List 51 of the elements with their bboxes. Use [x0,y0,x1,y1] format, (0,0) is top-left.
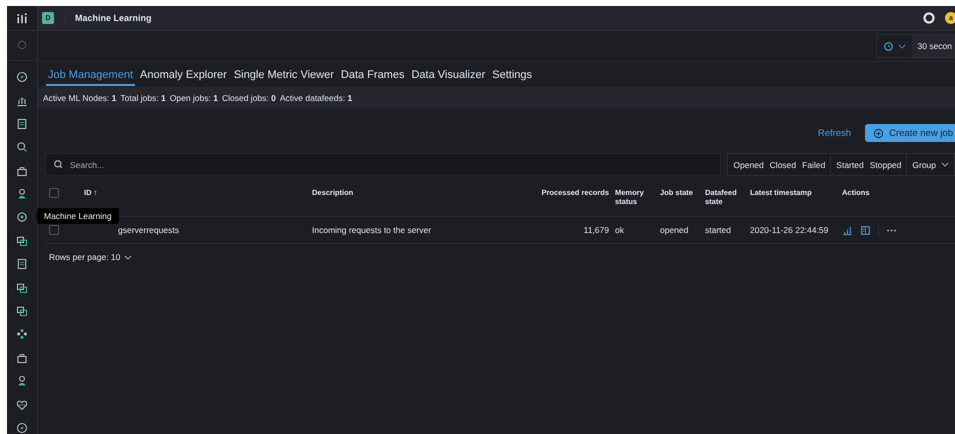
chevron-down-icon [124,254,132,260]
stat-text: Closed jobs: 0 [222,93,276,103]
create-job-button[interactable]: Create new job [865,124,955,142]
logo-icon[interactable] [16,12,28,24]
refresh-interval: 30 secon [912,35,954,57]
refresh-link[interactable]: Refresh [818,128,852,138]
magnifier-icon[interactable] [16,141,28,154]
search-field[interactable]: Search... [45,153,722,176]
stat-text: Total jobs: 1 [120,93,166,103]
select-all-checkbox[interactable] [49,188,59,198]
chevron-down-icon [898,44,906,48]
tab[interactable]: Settings [490,67,534,86]
heart-icon[interactable] [16,398,28,411]
chart-icon[interactable] [842,224,853,236]
table-icon[interactable] [860,224,871,236]
compass-icon[interactable] [16,71,28,84]
rows-per-page-button[interactable]: Rows per page: 10 [49,252,132,262]
table-cell-text: ok [615,224,625,236]
job-id[interactable]: gserverrequests [84,225,312,235]
table-cell-text: 11,679 [582,224,610,236]
tab[interactable]: Single Metric Viewer [232,67,336,86]
table-cell-text: opened [660,225,690,235]
search-icon [53,159,64,170]
stat-text: Open jobs: 1 [170,93,218,103]
row-checkbox[interactable] [49,225,59,235]
person-icon[interactable] [16,188,28,200]
table-cell-text: started [705,224,732,236]
plus-circle-icon [873,128,884,138]
stat-text: Active ML Nodes: 1 [43,93,116,103]
briefcase-icon[interactable] [16,164,28,177]
tab[interactable]: Data Frames [338,67,406,86]
filter-button[interactable]: Failed [799,154,828,175]
filter-button[interactable]: Opened [730,154,767,175]
table-cell-text: Incoming requests to the server [312,225,432,235]
chart-icon[interactable] [16,94,28,107]
app-title: Machine Learning [64,13,152,23]
boxes-icon[interactable] [16,282,28,294]
chevron-down-icon [941,162,949,167]
filter-button[interactable]: Closed [766,154,800,175]
table-cell-text: 2020-11-26 22:44:59 [750,225,830,235]
nodes-icon[interactable] [16,328,28,340]
stat-text: Active datafeeds: 1 [280,93,352,103]
layers-icon[interactable] [16,234,28,247]
filter-button[interactable]: Started [833,154,867,175]
refresh-picker[interactable]: 30 secon [876,34,955,58]
tab[interactable]: Data Visualizer [409,67,488,86]
tab[interactable]: Anomaly Explorer [138,67,229,86]
group-filter[interactable]: Group [909,154,952,175]
doc-icon[interactable] [16,258,28,270]
filter-button[interactable]: Stopped [866,154,904,175]
tooltip: Machine Learning [37,208,119,224]
